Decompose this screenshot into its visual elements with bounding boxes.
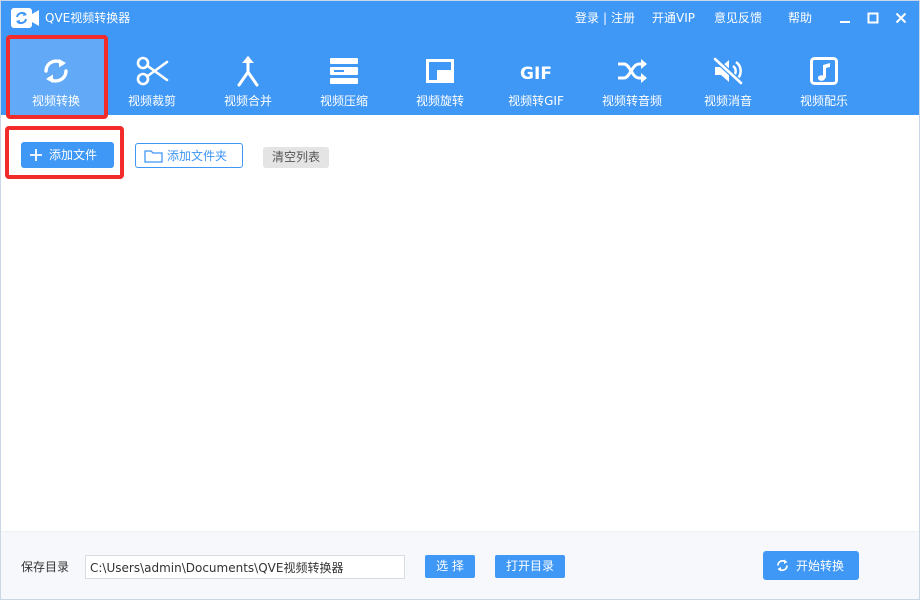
title-bar: QVE视频转换器 登录 | 注册 开通VIP 意见反馈 帮助: [1, 1, 919, 35]
login-link[interactable]: 登录: [575, 11, 599, 25]
tool-video-rotate[interactable]: 视频旋转: [392, 35, 488, 115]
choose-dir-button[interactable]: 选 择: [425, 555, 475, 578]
tool-label: 视频合并: [223, 94, 272, 108]
login-separator: |: [603, 11, 608, 25]
add-folder-button[interactable]: 添加文件夹: [135, 143, 243, 168]
gif-icon-text: GIF: [520, 64, 552, 84]
start-convert-label: 开始转换: [796, 559, 845, 573]
add-folder-label: 添加文件夹: [167, 149, 228, 163]
app-title: QVE视频转换器: [45, 11, 131, 25]
tool-label: 视频配乐: [799, 94, 848, 108]
add-file-label: 添加文件: [49, 148, 98, 162]
tool-video-music[interactable]: 视频配乐: [776, 35, 872, 115]
save-dir-label: 保存目录: [21, 560, 70, 574]
gif-icon: GIF: [520, 64, 552, 84]
tool-video-to-gif[interactable]: GIF 视频转GIF: [488, 35, 584, 115]
tool-video-to-audio[interactable]: 视频转音频: [584, 35, 680, 115]
scissors-icon: [136, 56, 169, 86]
shuffle-icon: [618, 59, 647, 83]
tool-label: 视频转音频: [601, 94, 662, 108]
add-file-button[interactable]: 添加文件: [21, 142, 114, 168]
maximize-icon[interactable]: [865, 10, 881, 26]
tool-label: 视频转GIF: [508, 94, 564, 108]
app-window: QVE视频转换器 登录 | 注册 开通VIP 意见反馈 帮助 视频转换 视频裁剪…: [0, 0, 920, 600]
file-list-area[interactable]: [2, 179, 918, 529]
open-dir-button[interactable]: 打开目录: [495, 555, 565, 578]
tool-video-compress[interactable]: 视频压缩: [296, 35, 392, 115]
start-convert-button[interactable]: 开始转换: [763, 551, 859, 580]
rotate-icon: [426, 59, 454, 83]
minimize-icon[interactable]: [837, 10, 853, 26]
app-logo-icon: [11, 8, 39, 28]
convert-icon: [44, 59, 68, 83]
tool-video-convert[interactable]: 视频转换: [8, 35, 104, 115]
feedback-link[interactable]: 意见反馈: [714, 11, 762, 25]
folder-icon: [144, 150, 163, 163]
tool-video-merge[interactable]: 视频合并: [200, 35, 296, 115]
clear-list-button[interactable]: 清空列表: [263, 147, 329, 168]
tool-label: 视频压缩: [319, 94, 368, 108]
compress-icon: [330, 58, 358, 84]
close-icon[interactable]: [893, 10, 909, 26]
tool-label: 视频裁剪: [127, 94, 176, 108]
tool-label: 视频旋转: [415, 94, 464, 108]
save-path-input[interactable]: [85, 555, 405, 579]
tool-video-trim[interactable]: 视频裁剪: [104, 35, 200, 115]
help-link[interactable]: 帮助: [788, 11, 812, 25]
merge-icon: [237, 56, 259, 87]
tool-label: 视频转换: [31, 94, 80, 108]
footer-bar: 保存目录 选 择 打开目录 开始转换: [1, 531, 919, 599]
tool-label: 视频消音: [703, 94, 752, 108]
plus-icon: [30, 149, 42, 161]
refresh-icon: [777, 559, 788, 572]
tool-video-mute[interactable]: 视频消音: [680, 35, 776, 115]
register-link[interactable]: 注册: [611, 11, 635, 25]
music-icon: [810, 57, 838, 85]
mute-icon: [712, 56, 744, 86]
vip-link[interactable]: 开通VIP: [652, 11, 695, 25]
tool-bar: 视频转换 视频裁剪 视频合并 视频压缩 视频旋转 GIF 视频转GIF 视频转音…: [1, 35, 919, 115]
